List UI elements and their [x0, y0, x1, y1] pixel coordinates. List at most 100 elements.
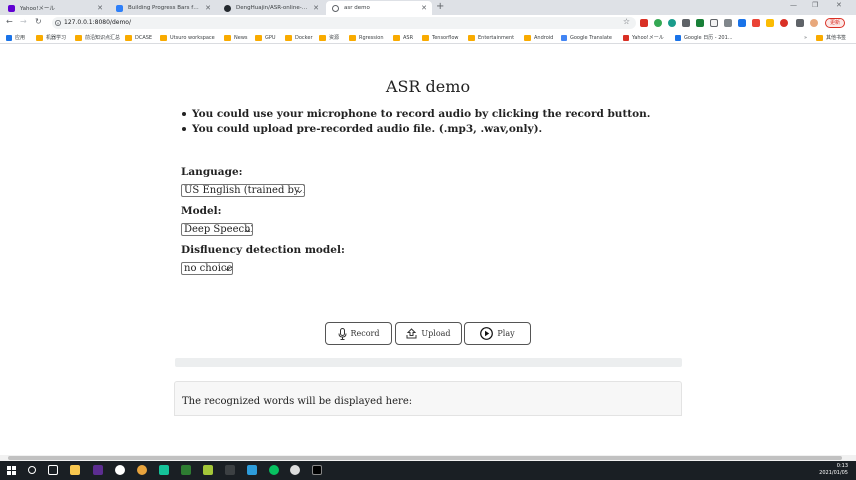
browser-toolbar: ← → ↻ 127.0.0.1:8080/demo/ ☆ 更新: [0, 15, 856, 31]
visual-studio-icon[interactable]: [93, 465, 103, 475]
tab-github-repo[interactable]: DengHuajin/ASR-online-demo ✕: [218, 1, 324, 15]
rocket-favicon-icon: [116, 5, 123, 12]
scrollbar-thumb[interactable]: [8, 456, 842, 460]
yahoo-favicon-icon: [8, 5, 15, 12]
grammarly-icon[interactable]: [159, 465, 169, 475]
result-heading: The recognized words will be displayed h…: [182, 396, 413, 407]
chrome-icon[interactable]: [137, 465, 147, 475]
bookmark-folder[interactable]: Entertainment: [468, 33, 514, 42]
other-bookmarks[interactable]: 其他书签: [816, 33, 846, 42]
bookmark-folder[interactable]: Utsuro workspace: [160, 33, 215, 42]
folder-icon: [468, 34, 475, 41]
github-favicon-icon: [224, 5, 231, 12]
model-select[interactable]: Deep Speech2: [181, 223, 253, 236]
new-tab-icon[interactable]: +: [436, 1, 444, 12]
bookmarks-overflow-icon[interactable]: »: [804, 33, 807, 42]
extension-teal-icon[interactable]: [668, 19, 676, 27]
bookmark-yahoo-mail[interactable]: Yahoo!メール: [623, 33, 664, 42]
folder-icon: [125, 34, 132, 41]
back-icon[interactable]: ←: [6, 17, 13, 26]
apps-grid-icon: [6, 34, 12, 41]
file-explorer-icon[interactable]: [70, 465, 80, 475]
address-bar[interactable]: 127.0.0.1:8080/demo/ ☆: [52, 17, 636, 29]
tab-asr-demo[interactable]: asr demo ✕: [326, 1, 432, 15]
language-label: Language:: [181, 166, 243, 178]
app-grey-icon[interactable]: [290, 465, 300, 475]
system-clock[interactable]: 0:13 2021/01/05: [819, 463, 848, 477]
bookmark-google-translate[interactable]: Google Translate: [561, 33, 612, 42]
extension-blue-icon[interactable]: [738, 19, 746, 27]
folder-icon: [255, 34, 262, 41]
bookmarks-bar: 应用 机器学习 前沿知识点汇总 DCASE Utsuro workspace N…: [0, 31, 856, 44]
calendar-icon: [675, 34, 681, 41]
record-button[interactable]: Record: [325, 322, 392, 345]
play-icon: [480, 327, 494, 340]
search-icon[interactable]: [28, 466, 36, 474]
extension-grey-icon[interactable]: [724, 19, 732, 27]
bookmark-folder[interactable]: Docker: [285, 33, 313, 42]
extension-record-icon[interactable]: [780, 19, 788, 27]
extension-pen-icon[interactable]: [682, 19, 690, 27]
tool-icon[interactable]: [225, 465, 235, 475]
bookmark-apps[interactable]: 应用: [6, 33, 25, 42]
play-button[interactable]: Play: [464, 322, 531, 345]
bookmark-folder[interactable]: News: [224, 33, 248, 42]
cmd-icon[interactable]: [312, 465, 322, 475]
app-blue-icon[interactable]: [247, 465, 257, 475]
yahoo-icon: [623, 34, 629, 41]
bookmark-google-calendar[interactable]: Google 日历 - 201...: [675, 33, 733, 42]
windows-start-icon[interactable]: [7, 466, 16, 475]
extensions-puzzle-icon[interactable]: [796, 19, 804, 27]
notes-icon[interactable]: [203, 465, 213, 475]
task-view-icon[interactable]: [48, 465, 58, 475]
bookmark-folder[interactable]: Rgression: [349, 33, 384, 42]
extension-flag-icon[interactable]: [752, 19, 760, 27]
bookmark-folder[interactable]: ASR: [393, 33, 413, 42]
maximize-icon[interactable]: ❐: [812, 1, 818, 9]
forward-icon[interactable]: →: [20, 17, 27, 26]
model-label: Model:: [181, 205, 222, 217]
folder-icon: [524, 34, 531, 41]
extension-yellow-icon[interactable]: [766, 19, 774, 27]
wechat-icon[interactable]: [269, 465, 279, 475]
bookmark-folder[interactable]: Tensorflow: [422, 33, 458, 42]
bookmark-folder[interactable]: 资源: [319, 33, 339, 42]
folder-icon: [422, 34, 429, 41]
list-item: You could upload pre-recorded audio file…: [180, 122, 650, 137]
close-tab-icon[interactable]: ✕: [421, 4, 427, 12]
profile-avatar[interactable]: [810, 19, 818, 27]
list-item: You could use your microphone to record …: [180, 107, 650, 122]
close-tab-icon[interactable]: ✕: [313, 4, 319, 12]
page-content: ASR demo You could use your microphone t…: [0, 45, 856, 455]
close-tab-icon[interactable]: ✕: [97, 4, 103, 12]
info-icon[interactable]: [55, 19, 61, 27]
bookmark-folder[interactable]: 机器学习: [36, 33, 66, 42]
extension-green-icon[interactable]: [654, 19, 662, 27]
result-text-area: [174, 415, 682, 429]
language-select[interactable]: US English (trained by LibriSpeech): [181, 184, 305, 197]
disfluency-select[interactable]: no choice: [181, 262, 233, 275]
result-panel: The recognized words will be displayed h…: [174, 381, 682, 429]
app-icon[interactable]: [115, 465, 125, 475]
update-button[interactable]: 更新: [825, 18, 845, 28]
folder-icon: [816, 34, 823, 41]
extension-red-icon[interactable]: [640, 19, 648, 27]
tab-progress-bars[interactable]: Building Progress Bars for the ✕: [110, 1, 216, 15]
minimize-icon[interactable]: —: [790, 1, 797, 9]
bookmark-folder[interactable]: 前沿知识点汇总: [75, 33, 120, 42]
window-close-icon[interactable]: ✕: [836, 1, 842, 9]
bookmark-folder[interactable]: Android: [524, 33, 553, 42]
bookmark-star-icon[interactable]: ☆: [623, 17, 630, 26]
folder-icon: [285, 34, 292, 41]
terminal-green-icon[interactable]: [181, 465, 191, 475]
close-tab-icon[interactable]: ✕: [205, 4, 211, 12]
bookmark-folder[interactable]: GPU: [255, 33, 276, 42]
reload-icon[interactable]: ↻: [35, 17, 42, 26]
folder-icon: [319, 34, 326, 41]
bookmark-folder[interactable]: DCASE: [125, 33, 152, 42]
upload-button[interactable]: Upload: [395, 322, 462, 345]
extension-box-icon[interactable]: [710, 19, 718, 27]
extension-check-icon[interactable]: [696, 19, 704, 27]
folder-icon: [349, 34, 356, 41]
tab-yahoo-mail[interactable]: Yahoo!メール ✕: [2, 1, 108, 15]
